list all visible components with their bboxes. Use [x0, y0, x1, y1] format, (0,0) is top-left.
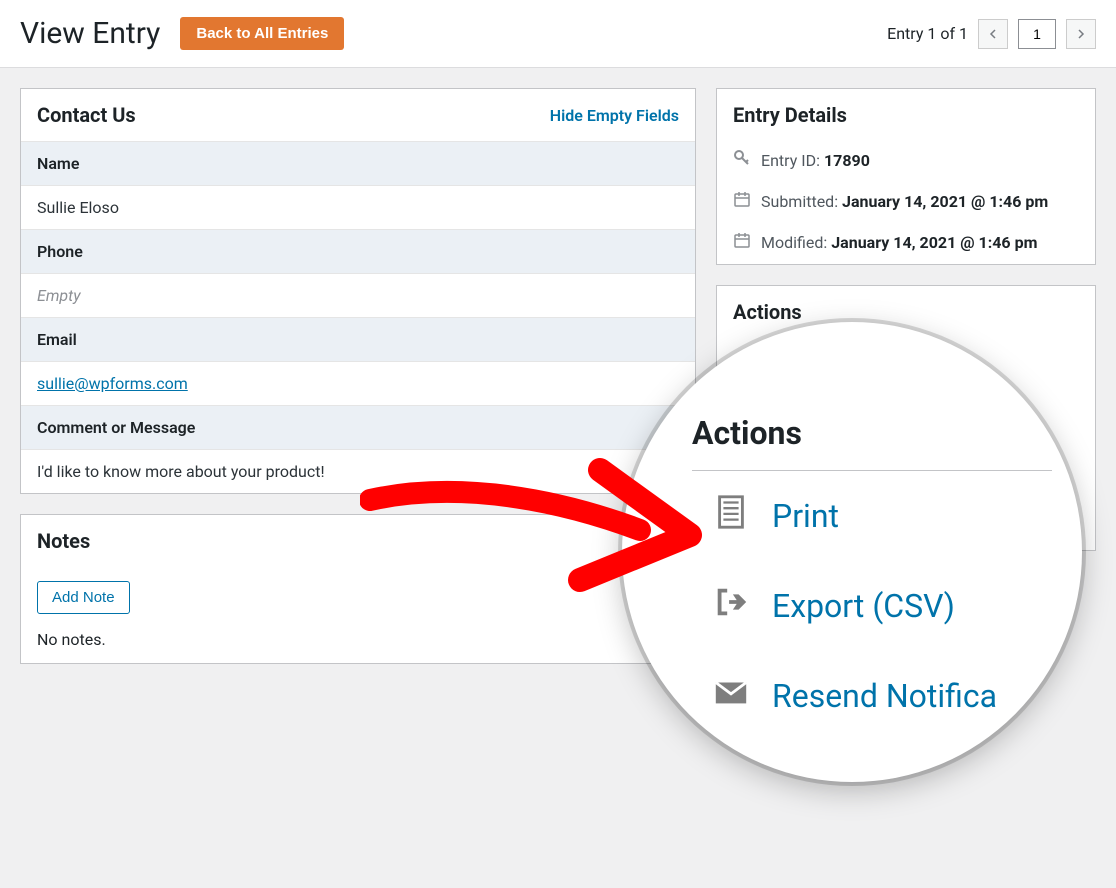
document-icon: [733, 352, 755, 377]
notes-heading: Notes: [21, 515, 695, 567]
details-heading: Entry Details: [717, 89, 1095, 141]
calendar-icon: [733, 190, 751, 215]
details-title: Entry Details: [733, 103, 847, 127]
entry-details-panel: Entry Details Entry ID: 17890 Submitted:…: [716, 88, 1096, 265]
action-link[interactable]: Star: [767, 514, 798, 534]
field-label: Email: [21, 317, 695, 361]
page-title: View Entry: [20, 16, 160, 51]
mail-icon: [733, 458, 755, 483]
notes-body: Add Note No notes.: [21, 567, 695, 663]
notes-panel: Notes Add Note No notes.: [20, 514, 696, 664]
email-link[interactable]: sullie@wpforms.com: [37, 374, 188, 393]
form-title: Contact Us: [37, 103, 136, 127]
content-area: Contact Us Hide Empty Fields Name Sullie…: [0, 68, 1116, 684]
right-column: Entry Details Entry ID: 17890 Submitted:…: [716, 88, 1096, 664]
zoom-star-partial: [622, 751, 1082, 775]
chevron-right-icon: [1076, 29, 1086, 39]
field-value: Sullie Eloso: [21, 185, 695, 229]
notes-title: Notes: [37, 529, 90, 553]
action-link[interactable]: Resend Notifications: [767, 461, 924, 481]
field-value-empty: Empty: [21, 273, 695, 317]
action-star[interactable]: Star: [717, 497, 1095, 550]
action-export[interactable]: Export (CSV): [717, 391, 1095, 444]
detail-text: Modified: January 14, 2021 @ 1:46 pm: [761, 231, 1037, 255]
action-link[interactable]: Print: [767, 355, 803, 375]
entry-page-input[interactable]: [1018, 19, 1056, 49]
back-to-entries-button[interactable]: Back to All Entries: [180, 17, 344, 50]
prev-entry-button[interactable]: [978, 19, 1008, 49]
action-resend[interactable]: Resend Notifications: [717, 444, 1095, 497]
form-entry-panel: Contact Us Hide Empty Fields Name Sullie…: [20, 88, 696, 494]
field-label: Phone: [21, 229, 695, 273]
key-icon: [733, 149, 751, 174]
detail-entry-id: Entry ID: 17890: [717, 141, 1095, 182]
action-print[interactable]: Print: [717, 338, 1095, 391]
field-value: sullie@wpforms.com: [21, 361, 695, 405]
calendar-icon: [733, 231, 751, 256]
form-panel-heading: Contact Us Hide Empty Fields: [21, 89, 695, 141]
page-header: View Entry Back to All Entries Entry 1 o…: [0, 0, 1116, 68]
detail-text: Submitted: January 14, 2021 @ 1:46 pm: [761, 190, 1048, 214]
detail-submitted: Submitted: January 14, 2021 @ 1:46 pm: [717, 182, 1095, 223]
header-left: View Entry Back to All Entries: [20, 16, 344, 51]
detail-modified: Modified: January 14, 2021 @ 1:46 pm: [717, 223, 1095, 264]
hide-empty-fields-link[interactable]: Hide Empty Fields: [550, 106, 679, 125]
actions-title: Actions: [733, 300, 802, 324]
field-label: Name: [21, 141, 695, 185]
chevron-left-icon: [988, 29, 998, 39]
add-note-button[interactable]: Add Note: [37, 581, 130, 614]
field-value: I'd like to know more about your product…: [21, 449, 695, 493]
star-icon: [733, 511, 755, 536]
no-notes-text: No notes.: [37, 630, 679, 649]
export-icon: [733, 405, 755, 430]
actions-heading: Actions: [717, 286, 1095, 338]
detail-text: Entry ID: 17890: [761, 149, 870, 173]
star-icon: [712, 751, 736, 775]
left-column: Contact Us Hide Empty Fields Name Sullie…: [20, 88, 696, 664]
header-right: Entry 1 of 1: [887, 19, 1096, 49]
entry-position-text: Entry 1 of 1: [887, 24, 968, 43]
action-link[interactable]: Export (CSV): [767, 408, 864, 428]
actions-panel: Actions Print Export (CSV) Resend Notifi…: [716, 285, 1096, 551]
next-entry-button[interactable]: [1066, 19, 1096, 49]
field-label: Comment or Message: [21, 405, 695, 449]
